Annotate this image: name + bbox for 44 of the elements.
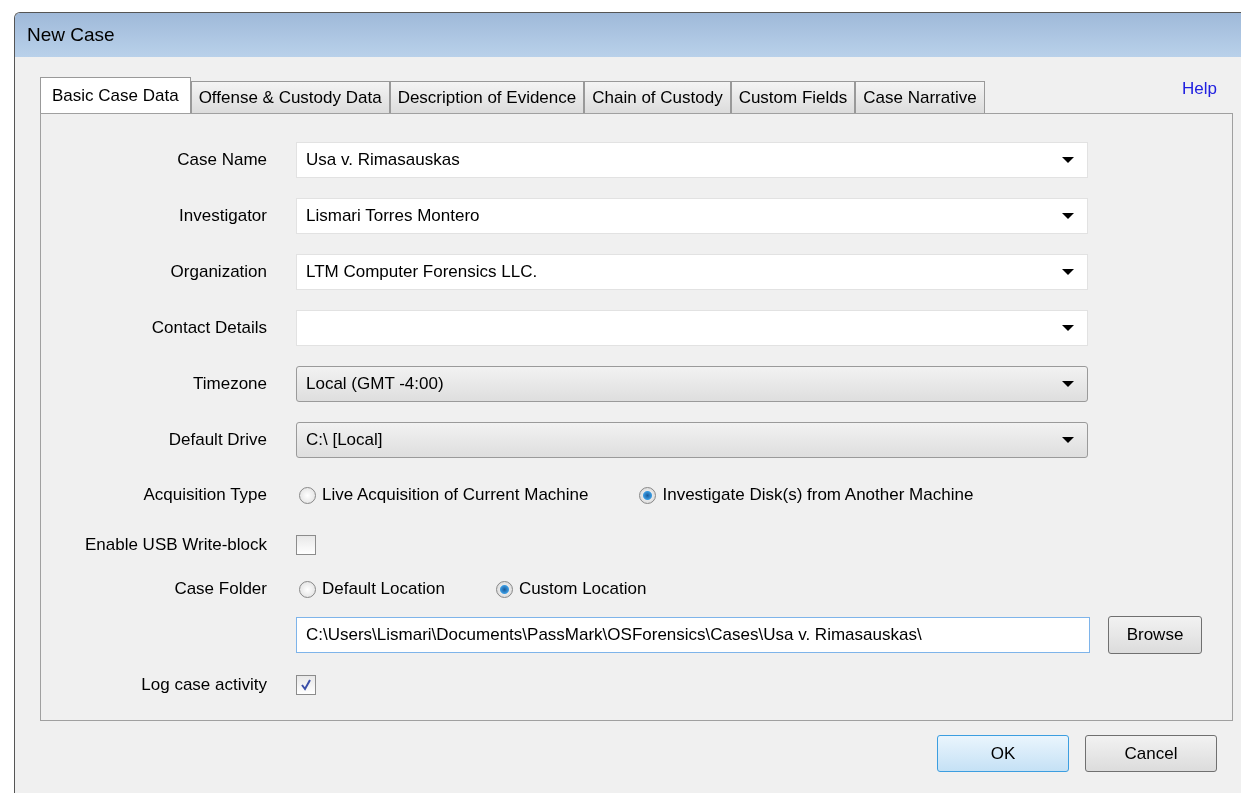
radio-option[interactable]: Default Location — [296, 579, 445, 599]
field-label: Investigator — [178, 206, 268, 226]
radio-button[interactable] — [495, 580, 513, 598]
caret-icon — [1061, 268, 1075, 276]
radio-button[interactable] — [639, 486, 657, 504]
tab[interactable]: Basic Case Data — [40, 77, 191, 113]
cancel-button[interactable]: Cancel — [1085, 735, 1217, 772]
caret-icon — [1061, 156, 1075, 164]
radio-option[interactable]: Live Acquisition of Current Machine — [296, 485, 589, 505]
checkbox[interactable] — [296, 675, 316, 695]
radio-button[interactable] — [299, 486, 316, 504]
checkbox[interactable] — [296, 535, 316, 555]
field-label: Case Folder — [173, 579, 268, 599]
tab[interactable]: Offense & Custody Data — [190, 81, 390, 113]
ok-button[interactable]: OK — [937, 735, 1069, 772]
path-field[interactable]: C:\Users\Lismari\Documents\PassMark\OSForensics\Cases\Usa v. Rimasauskas\ — [296, 617, 1090, 653]
tab[interactable]: Case Narrative — [855, 81, 985, 113]
field-label: Default Drive — [167, 430, 268, 450]
dropdown[interactable]: C:\ [Local] — [296, 422, 1088, 458]
field-label: Enable USB Write-block — [83, 535, 268, 555]
tab[interactable]: Description of Evidence — [389, 81, 585, 113]
dropdown[interactable]: Local (GMT -4:00) — [296, 366, 1088, 402]
caret-icon — [1061, 212, 1075, 220]
field-label: Timezone — [192, 374, 268, 394]
help-link[interactable]: Help — [1182, 79, 1217, 99]
combo-box[interactable]: LTM Computer Forensics LLC. — [296, 254, 1088, 290]
field-label: Contact Details — [150, 318, 268, 338]
field-label: Log case activity — [140, 675, 268, 695]
browse-button[interactable]: Browse — [1108, 616, 1202, 654]
combo-box[interactable]: Lismari Torres Montero — [296, 198, 1088, 234]
radio-option[interactable]: Custom Location — [492, 579, 647, 599]
radio-option[interactable]: Investigate Disk(s) from Another Machine — [636, 485, 974, 505]
tab[interactable]: Chain of Custody — [584, 81, 731, 113]
radio-button[interactable] — [299, 580, 316, 598]
caret-icon — [1061, 380, 1075, 388]
tab[interactable]: Custom Fields — [730, 81, 856, 113]
field-label: Organization — [169, 262, 268, 282]
caret-icon — [1061, 436, 1075, 444]
field-label: Case Name — [176, 150, 268, 170]
combo-box[interactable]: Usa v. Rimasauskas — [296, 142, 1088, 178]
checkmark-icon — [299, 678, 313, 692]
field-label: Acquisition Type — [142, 485, 268, 505]
window-title: New Case — [27, 24, 115, 46]
caret-icon — [1061, 324, 1075, 332]
